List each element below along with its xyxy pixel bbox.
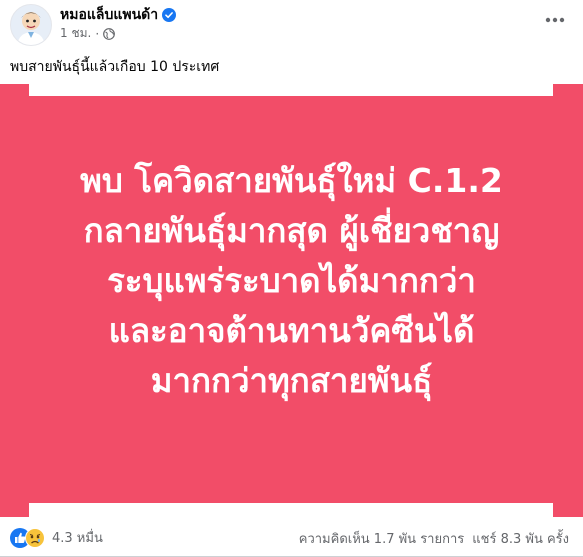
engagement-stats: ความคิดเห็น 1.7 พัน รายการ แชร์ 8.3 พัน … <box>299 528 569 549</box>
reactions-summary[interactable]: 4.3 หมื่น <box>10 527 103 548</box>
headline-line: พบ โควิดสายพันธุ์ใหม่ C.1.2 <box>80 161 503 200</box>
avatar-illustration <box>11 5 51 45</box>
comment-count[interactable]: ความคิดเห็น 1.7 พัน รายการ <box>299 528 464 549</box>
image-bottom-border <box>29 503 553 517</box>
author-avatar[interactable] <box>10 4 52 46</box>
reaction-icons <box>10 527 46 548</box>
image-headline: พบ โควิดสายพันธุ์ใหม่ C.1.2 กลายพันธุ์มา… <box>30 156 553 406</box>
sad-reaction-icon <box>25 527 45 548</box>
more-options-button[interactable] <box>541 10 569 30</box>
headline-line: กลายพันธุ์มากสุด ผู้เชี่ยวชาญ <box>83 211 500 250</box>
post-header: หมอแล็บแพนด้า 1 ชม. · พบสายพันธุ์นี้แล้ว… <box>0 0 583 84</box>
meta-separator: · <box>95 26 100 41</box>
post-caption: พบสายพันธุ์นี้แล้วเกือบ 10 ประเทศ <box>10 59 220 75</box>
image-top-border <box>29 84 553 96</box>
headline-line: และอาจต้านทานวัคซีนได้ <box>108 311 475 350</box>
headline-line: มากกว่าทุกสายพันธุ์ <box>150 361 433 400</box>
reaction-count[interactable]: 4.3 หมื่น <box>52 527 103 548</box>
post-time[interactable]: 1 ชม. <box>60 24 91 43</box>
author-name-text[interactable]: หมอแล็บแพนด้า <box>60 4 158 26</box>
post-image[interactable]: พบ โควิดสายพันธุ์ใหม่ C.1.2 กลายพันธุ์มา… <box>0 84 583 517</box>
post-stats-bar: 4.3 หมื่น ความคิดเห็น 1.7 พัน รายการ แชร… <box>0 518 583 557</box>
globe-icon[interactable] <box>103 27 116 40</box>
more-options-icon <box>545 17 565 23</box>
share-count[interactable]: แชร์ 8.3 พัน ครั้ง <box>472 528 569 549</box>
verified-badge-icon <box>162 8 177 22</box>
post-meta: 1 ชม. · <box>60 24 116 43</box>
author-name[interactable]: หมอแล็บแพนด้า <box>60 4 177 26</box>
headline-line: ระบุแพร่ระบาดได้มากกว่า <box>107 261 476 300</box>
